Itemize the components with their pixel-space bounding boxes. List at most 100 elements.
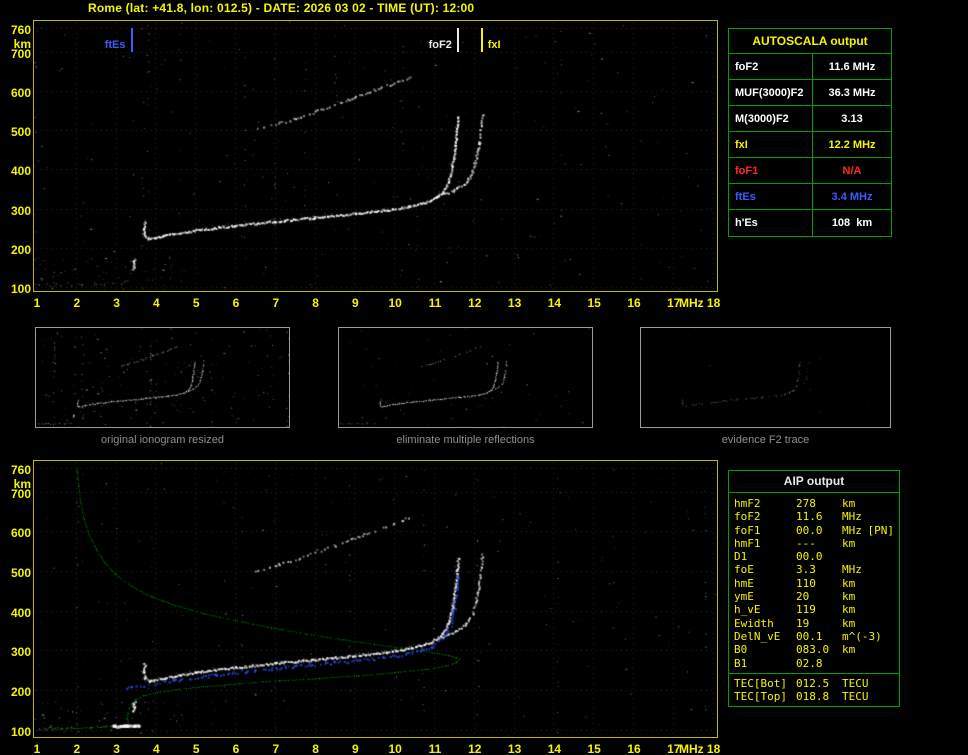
cell-label: D1 [734, 550, 748, 564]
table-row: D1 00.0 [734, 550, 894, 563]
x-tick-label: 14 [547, 742, 562, 755]
cell-value: 3.4 MHz [831, 191, 873, 203]
unit-text: MHz [842, 523, 862, 537]
cell-label: hmF1 [734, 536, 761, 550]
x-tick-label: 7 [272, 296, 280, 310]
x-tick-label: 9 [352, 742, 359, 755]
x-tick-label: 6 [232, 296, 240, 310]
cell-value: 12.2 MHz [828, 139, 876, 151]
y-axis-unit-label: km [13, 477, 31, 491]
cell-label: TEC[Bot] [734, 676, 787, 690]
x-tick-label: 12 [468, 296, 482, 310]
cell-unit: TECU [842, 690, 894, 703]
cell-value: 110 [796, 576, 816, 590]
x-tick-label: 1 [33, 742, 41, 755]
table-row: Ewidth 19 km [734, 617, 894, 630]
thumbnail-evidence-f2-trace [640, 327, 891, 428]
aip-table-rows: hmF2 278 km foF2 11.6 MHz foF1 00.0 MHz [PN] hmF1 -… [729, 493, 899, 673]
aip-tec-rows: TEC[Bot] 012.5 TECU TEC[Top] 018.8 TECU [729, 672, 899, 707]
x-tick-label: 16 [627, 742, 641, 755]
x-tick-label: 6 [232, 742, 240, 755]
unit-text: MHz [842, 510, 862, 524]
y-tick-label: 600 [10, 85, 31, 100]
unit-text: MHz [842, 563, 862, 577]
cell-value: 3.3 [796, 563, 816, 577]
fxI-marker-label: fxI [487, 39, 501, 51]
thumbnail-caption: eliminate multiple reflections [396, 434, 535, 446]
cell-value: 00.1 [796, 629, 823, 643]
cell-value: 018.8 [796, 690, 830, 704]
ftEs-marker-label: ftEs [104, 39, 126, 51]
x-tick-label: 18 [706, 742, 721, 755]
x-tick-label: 10 [388, 296, 402, 310]
cell-label: DelN_vE [734, 629, 781, 643]
foF2-marker-label: foF2 [428, 39, 452, 51]
cell-label: B0 [734, 643, 748, 657]
cell-value: 00.0 [796, 523, 823, 537]
cell-label: ymE [734, 590, 754, 604]
cell-label: foF1 [734, 523, 761, 537]
cell-label: ftEs [729, 184, 813, 210]
x-tick-label: 12 [468, 742, 482, 755]
cell-label: hmE [734, 576, 754, 590]
x-tick-label: 14 [547, 296, 562, 310]
cell-label: foF1 [729, 158, 813, 184]
y-tick-label: 400 [10, 164, 31, 179]
x-tick-label: 5 [192, 296, 200, 310]
table-row: foF1 N/A [729, 158, 891, 184]
table-row: ftEs 3.4 MHz [729, 184, 891, 210]
cell-label: B1 [734, 656, 748, 670]
cell-value: 11.6 [796, 510, 823, 524]
x-tick-label: 8 [312, 742, 319, 755]
cell-unit: km [842, 590, 894, 603]
x-tick-label: 7 [272, 742, 280, 755]
cell-unit: MHz [PN] [842, 524, 894, 537]
x-tick-label: 15 [587, 296, 601, 310]
y-tick-label: 600 [10, 526, 31, 541]
unit-text: TECU [842, 676, 869, 690]
x-tick-label: 15 [587, 742, 601, 755]
x-tick-label: 3 [113, 742, 120, 755]
thumbnail-eliminate-reflections [338, 327, 593, 428]
cell-unit [842, 657, 894, 670]
unit-text: km [842, 616, 856, 630]
cell-unit: km [842, 537, 894, 550]
table-row: ymE 20 km [734, 590, 894, 603]
profile-canvas [34, 461, 717, 737]
cell-label: hmF2 [734, 497, 761, 510]
cell-label: h_vE [734, 603, 761, 617]
table-row: MUF(3000)F2 36.3 MHz [729, 80, 891, 106]
aip-table-title: AIP output [729, 471, 899, 493]
cell-unit: MHz [842, 510, 894, 523]
cell-value: 119 [796, 603, 816, 617]
x-tick-label: 1 [33, 296, 41, 310]
autoscala-window: Rome (lat: +41.8, lon: 012.5) - DATE: 20… [0, 0, 968, 755]
x-axis-unit-label: MHz [679, 296, 704, 310]
y-tick-label: 100 [10, 724, 31, 739]
x-tick-label: 4 [153, 742, 160, 755]
y-tick-label: 100 [10, 281, 31, 296]
x-tick-label: 9 [352, 296, 359, 310]
table-row: h'Es 108 km [729, 210, 891, 236]
x-tick-label: 4 [153, 296, 160, 310]
thumbnail-canvas [339, 328, 592, 427]
table-row: h_vE 119 km [734, 603, 894, 616]
y-tick-label: 760 [10, 463, 31, 477]
x-tick-label: 11 [428, 742, 442, 755]
ionogram-plot: 1 2 3 4 5 6 7 8 9 10 11 12 13 14 15 16 17 18 760 700 600 500 4… [11, 20, 720, 310]
y-tick-label: 300 [10, 645, 31, 660]
table-row: M(3000)F2 3.13 [729, 106, 891, 132]
x-tick-label: 13 [507, 296, 522, 310]
y-tick-label: 200 [10, 242, 31, 257]
thumbnail-caption: original ionogram resized [101, 434, 224, 446]
cell-label: foF2 [729, 54, 813, 80]
cell-unit: km [842, 577, 894, 590]
station-date-title: Rome (lat: +41.8, lon: 012.5) - DATE: 20… [88, 1, 475, 15]
thumbnail-caption: evidence F2 trace [721, 434, 810, 446]
table-row: foF2 11.6 MHz [734, 510, 894, 523]
table-row: B1 02.8 [734, 657, 894, 670]
cell-value: 278 [796, 497, 816, 510]
x-tick-label: 10 [388, 742, 402, 755]
x-axis-unit-label: MHz [679, 742, 704, 755]
x-tick-label: 18 [706, 296, 721, 310]
